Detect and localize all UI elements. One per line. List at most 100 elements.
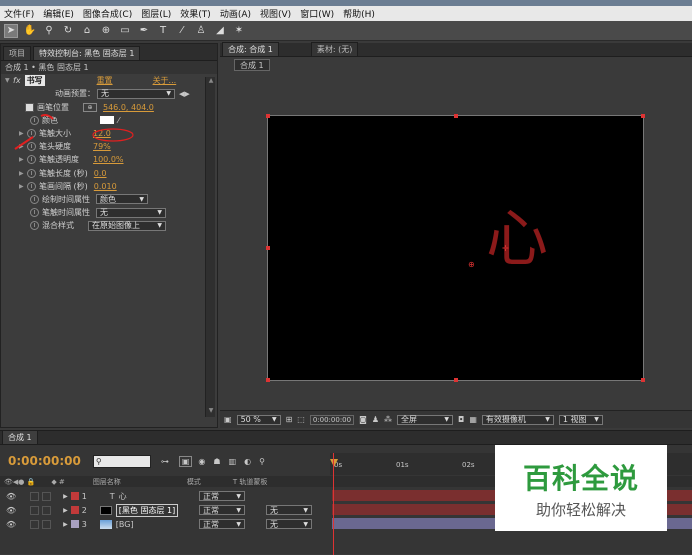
brush-time-dropdown[interactable]: 无 ▼ bbox=[96, 207, 166, 218]
transform-handle[interactable] bbox=[641, 114, 645, 118]
pen-tool-icon[interactable]: ✒ bbox=[137, 24, 151, 38]
scroll-up-icon[interactable]: ▲ bbox=[206, 77, 216, 87]
resolution-dropdown[interactable]: 全屏 ▼ bbox=[397, 414, 454, 425]
expand-triangle-icon[interactable]: ▶ bbox=[19, 170, 27, 177]
menu-animation[interactable]: 动画(A) bbox=[220, 7, 251, 20]
expand-triangle-icon[interactable]: ▶ bbox=[19, 183, 27, 190]
selection-tool-icon[interactable]: ➤ bbox=[4, 23, 18, 38]
eye-icon[interactable]: 👁 bbox=[6, 520, 16, 529]
always-preview-icon[interactable]: ▣ bbox=[224, 415, 232, 424]
transparency-grid-icon[interactable]: ▦ bbox=[469, 415, 477, 424]
menu-view[interactable]: 视图(V) bbox=[260, 7, 291, 20]
draft-3d-icon[interactable]: ◉ bbox=[198, 457, 205, 466]
layer-name[interactable]: [黑色 固态层 1] bbox=[115, 503, 179, 517]
trkmat-dropdown[interactable]: 无 ▼ bbox=[266, 505, 312, 515]
text-tool-icon[interactable]: T bbox=[156, 24, 170, 38]
eye-icon[interactable]: 👁 bbox=[6, 492, 16, 501]
menu-composition[interactable]: 图像合成(C) bbox=[83, 7, 132, 20]
transform-handle[interactable] bbox=[641, 378, 645, 382]
views-dropdown[interactable]: 1 视图 ▼ bbox=[558, 414, 603, 425]
tab-project[interactable]: 项目 bbox=[3, 46, 31, 60]
transform-handle[interactable] bbox=[454, 114, 458, 118]
mode-dropdown[interactable]: 正常 ▼ bbox=[199, 505, 245, 515]
rotate-tool-icon[interactable]: ↻ bbox=[61, 24, 75, 38]
comp-subtab[interactable]: 合成 1 bbox=[234, 59, 270, 71]
blend-style-dropdown[interactable]: 在原始图像上 ▼ bbox=[88, 220, 166, 231]
solo-box[interactable] bbox=[30, 491, 40, 501]
about-link[interactable]: 关于... bbox=[153, 75, 177, 86]
menu-help[interactable]: 帮助(H) bbox=[343, 7, 375, 20]
anim-preset-dropdown[interactable]: 无 ▼ bbox=[97, 88, 175, 99]
lock-box[interactable] bbox=[42, 519, 52, 529]
expand-triangle-icon[interactable]: ▶ bbox=[63, 493, 68, 500]
prev-next-preset-icon[interactable]: ◀▶ bbox=[179, 90, 190, 98]
motion-blur-icon[interactable]: ◐ bbox=[244, 457, 251, 466]
eye-icon[interactable]: 👁 bbox=[6, 506, 16, 515]
tab-footage[interactable]: 素材: (无) bbox=[310, 42, 359, 56]
comp-mini-flowchart-icon[interactable]: ⊶ bbox=[161, 457, 169, 466]
menu-effect[interactable]: 效果(T) bbox=[180, 7, 211, 20]
current-time[interactable]: 0:00:00:00 bbox=[8, 454, 81, 468]
stopwatch-icon[interactable] bbox=[30, 194, 39, 204]
transform-handle[interactable] bbox=[266, 114, 270, 118]
expand-triangle-icon[interactable]: ▶ bbox=[63, 507, 68, 514]
region-of-interest-icon[interactable]: ◘ bbox=[458, 415, 464, 424]
transform-handle[interactable] bbox=[266, 378, 270, 382]
fx-badge[interactable]: fx bbox=[13, 76, 21, 85]
anchor-point-icon[interactable]: ⊕ bbox=[468, 260, 475, 269]
tab-composition[interactable]: 合成: 合成 1 bbox=[222, 42, 279, 56]
mask-view-icon[interactable]: ⬚ bbox=[297, 415, 305, 424]
stopwatch-icon[interactable] bbox=[30, 221, 39, 231]
zoom-tool-icon[interactable]: ⚲ bbox=[42, 24, 56, 38]
clone-stamp-tool-icon[interactable]: ♙ bbox=[194, 24, 208, 38]
safe-zones-icon[interactable]: ⊞ bbox=[286, 415, 293, 424]
brush-position-icon[interactable]: ✛ bbox=[502, 244, 509, 253]
brush-tool-icon[interactable]: ⁄ bbox=[175, 24, 189, 38]
label-color-chip[interactable] bbox=[70, 492, 79, 500]
label-color-chip[interactable] bbox=[70, 520, 79, 528]
camera-dropdown[interactable]: 有效摄像机 ▼ bbox=[481, 414, 554, 425]
prop-value-stroke-length[interactable]: 0.0 bbox=[94, 169, 107, 178]
hide-shy-icon[interactable]: ☗ bbox=[213, 457, 220, 466]
expand-triangle-icon[interactable]: ▶ bbox=[63, 521, 68, 528]
transform-handle[interactable] bbox=[454, 378, 458, 382]
stopwatch-icon[interactable] bbox=[27, 168, 36, 178]
hand-tool-icon[interactable]: ✋ bbox=[23, 24, 37, 38]
solo-box[interactable] bbox=[30, 505, 40, 515]
menu-window[interactable]: 窗口(W) bbox=[300, 7, 334, 20]
eraser-tool-icon[interactable]: ◢ bbox=[213, 24, 227, 38]
mode-dropdown[interactable]: 正常 ▼ bbox=[199, 519, 245, 529]
lock-box[interactable] bbox=[42, 505, 52, 515]
effect-name[interactable]: 书写 bbox=[24, 75, 45, 87]
layer-name[interactable]: 心 bbox=[119, 491, 127, 502]
tab-timeline-comp[interactable]: 合成 1 bbox=[2, 430, 38, 444]
lock-box[interactable] bbox=[42, 491, 52, 501]
col-mode[interactable]: 模式 bbox=[187, 477, 201, 487]
channel-icon[interactable]: ⁂ bbox=[384, 415, 392, 424]
composition-canvas[interactable]: 心 ⊕ ✛ bbox=[266, 114, 645, 382]
layer-search-input[interactable]: ⚲ bbox=[92, 454, 151, 468]
pan-behind-tool-icon[interactable]: ⊕ bbox=[99, 24, 113, 38]
prop-value-stroke-spacing[interactable]: 0.010 bbox=[94, 182, 117, 191]
zoom-dropdown[interactable]: 50 % ▼ bbox=[236, 414, 281, 425]
stopwatch-icon[interactable] bbox=[30, 208, 39, 218]
layer-name[interactable]: [BG] bbox=[116, 520, 134, 529]
rectangle-tool-icon[interactable]: ▭ bbox=[118, 24, 132, 38]
col-trkmat[interactable]: T 轨道蒙板 bbox=[233, 477, 268, 487]
live-update-icon[interactable]: ▣ bbox=[178, 455, 193, 467]
menu-edit[interactable]: 编辑(E) bbox=[43, 7, 74, 20]
puppet-tool-icon[interactable]: ✶ bbox=[232, 24, 246, 38]
menu-layer[interactable]: 图层(L) bbox=[141, 7, 171, 20]
trkmat-dropdown[interactable]: 无 ▼ bbox=[266, 519, 312, 529]
show-snapshot-icon[interactable]: ♟ bbox=[372, 415, 379, 424]
col-layer-name[interactable]: 图层名称 bbox=[93, 477, 121, 487]
scroll-down-icon[interactable]: ▼ bbox=[206, 407, 216, 417]
expand-triangle-icon[interactable]: ▼ bbox=[5, 77, 13, 84]
panel-scrollbar[interactable]: ▲ ▼ bbox=[205, 77, 215, 417]
stopwatch-icon[interactable] bbox=[27, 181, 36, 191]
tab-effect-controls[interactable]: 特效控制台: 黑色 固态层 1 bbox=[33, 46, 141, 60]
graph-editor-icon[interactable]: ⚲ bbox=[259, 457, 265, 466]
reset-link[interactable]: 重置 bbox=[97, 75, 113, 86]
transform-handle[interactable] bbox=[266, 246, 270, 250]
frame-blend-icon[interactable]: ▥ bbox=[229, 457, 237, 466]
